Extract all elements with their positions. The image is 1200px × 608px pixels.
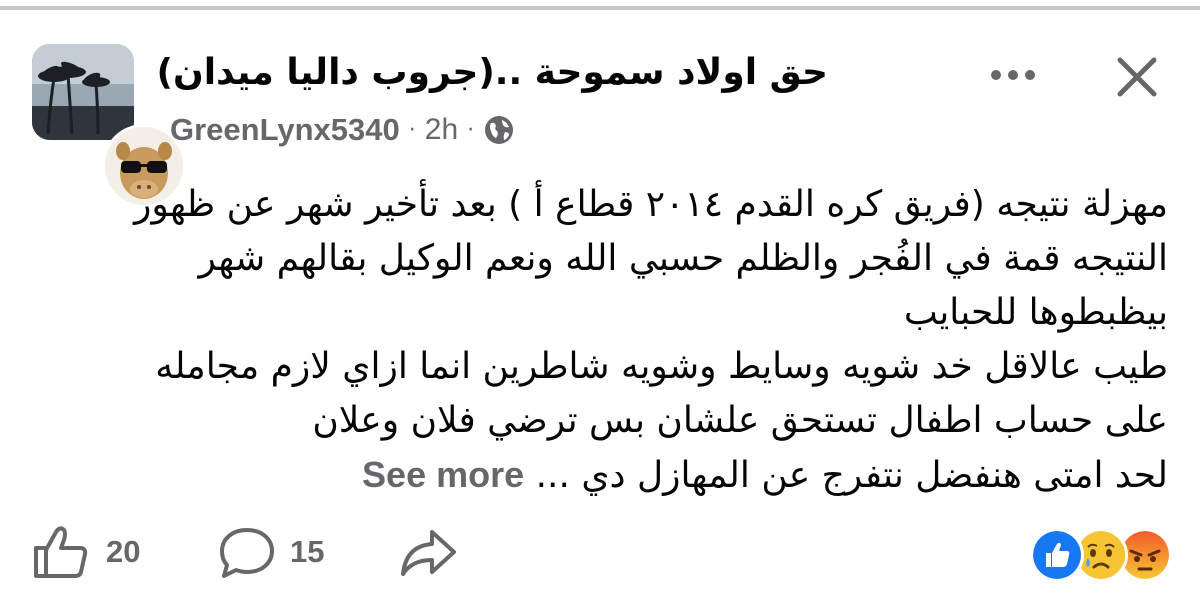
post-timestamp[interactable]: 2h bbox=[425, 113, 458, 147]
reaction-summary[interactable] bbox=[1030, 528, 1174, 582]
comment-bubble-icon bbox=[220, 528, 274, 578]
comment-count: 15 bbox=[290, 534, 325, 569]
see-more-link[interactable]: See more bbox=[362, 454, 524, 495]
post-line-text: لحد امتى هنفضل نتفرج عن المهازل دي ... bbox=[535, 455, 1168, 496]
share-arrow-icon bbox=[401, 530, 456, 576]
like-button[interactable]: 20 bbox=[30, 522, 140, 582]
group-photo[interactable] bbox=[32, 44, 134, 140]
post-line: بيظبطوها للحبايب bbox=[903, 292, 1168, 333]
like-count: 20 bbox=[106, 534, 141, 569]
more-dots-icon[interactable] bbox=[988, 60, 1038, 90]
share-button[interactable] bbox=[398, 522, 458, 582]
meta-separator: · bbox=[408, 117, 416, 143]
author-name[interactable]: GreenLynx5340 bbox=[170, 112, 400, 148]
post-line: طيب عالاقل خد شويه وسايط وشويه شاطرين ان… bbox=[155, 346, 1168, 387]
globe-icon[interactable] bbox=[483, 114, 515, 146]
thumbs-up-icon bbox=[34, 526, 88, 578]
post-meta: GreenLynx5340 · 2h · bbox=[170, 110, 515, 150]
post-card: حق اولاد سموحة ..(جروب داليا ميدان) Gree… bbox=[0, 0, 1200, 608]
post-line: على حساب اطفال تستحق علشان بس ترضي فلان … bbox=[312, 400, 1168, 441]
top-divider bbox=[0, 6, 1200, 10]
group-avatar-cluster[interactable] bbox=[32, 44, 186, 208]
like-reaction-icon bbox=[1030, 528, 1084, 582]
comment-button[interactable]: 15 bbox=[218, 522, 324, 582]
group-title[interactable]: حق اولاد سموحة ..(جروب داليا ميدان) bbox=[157, 52, 828, 93]
post-line: النتيجه قمة في الفُجر والظلم حسبي الله و… bbox=[198, 238, 1168, 279]
post-line-last: لحد امتى هنفضل نتفرج عن المهازل دي ... S… bbox=[68, 448, 1168, 503]
post-line: مهزلة نتيجه (فريق كره القدم ٢٠١٤ قطاع أ … bbox=[133, 184, 1168, 225]
meta-separator-2: · bbox=[467, 117, 475, 143]
post-text: مهزلة نتيجه (فريق كره القدم ٢٠١٤ قطاع أ … bbox=[68, 178, 1168, 503]
palm-trees-image bbox=[32, 44, 134, 140]
close-icon[interactable] bbox=[1110, 50, 1164, 104]
